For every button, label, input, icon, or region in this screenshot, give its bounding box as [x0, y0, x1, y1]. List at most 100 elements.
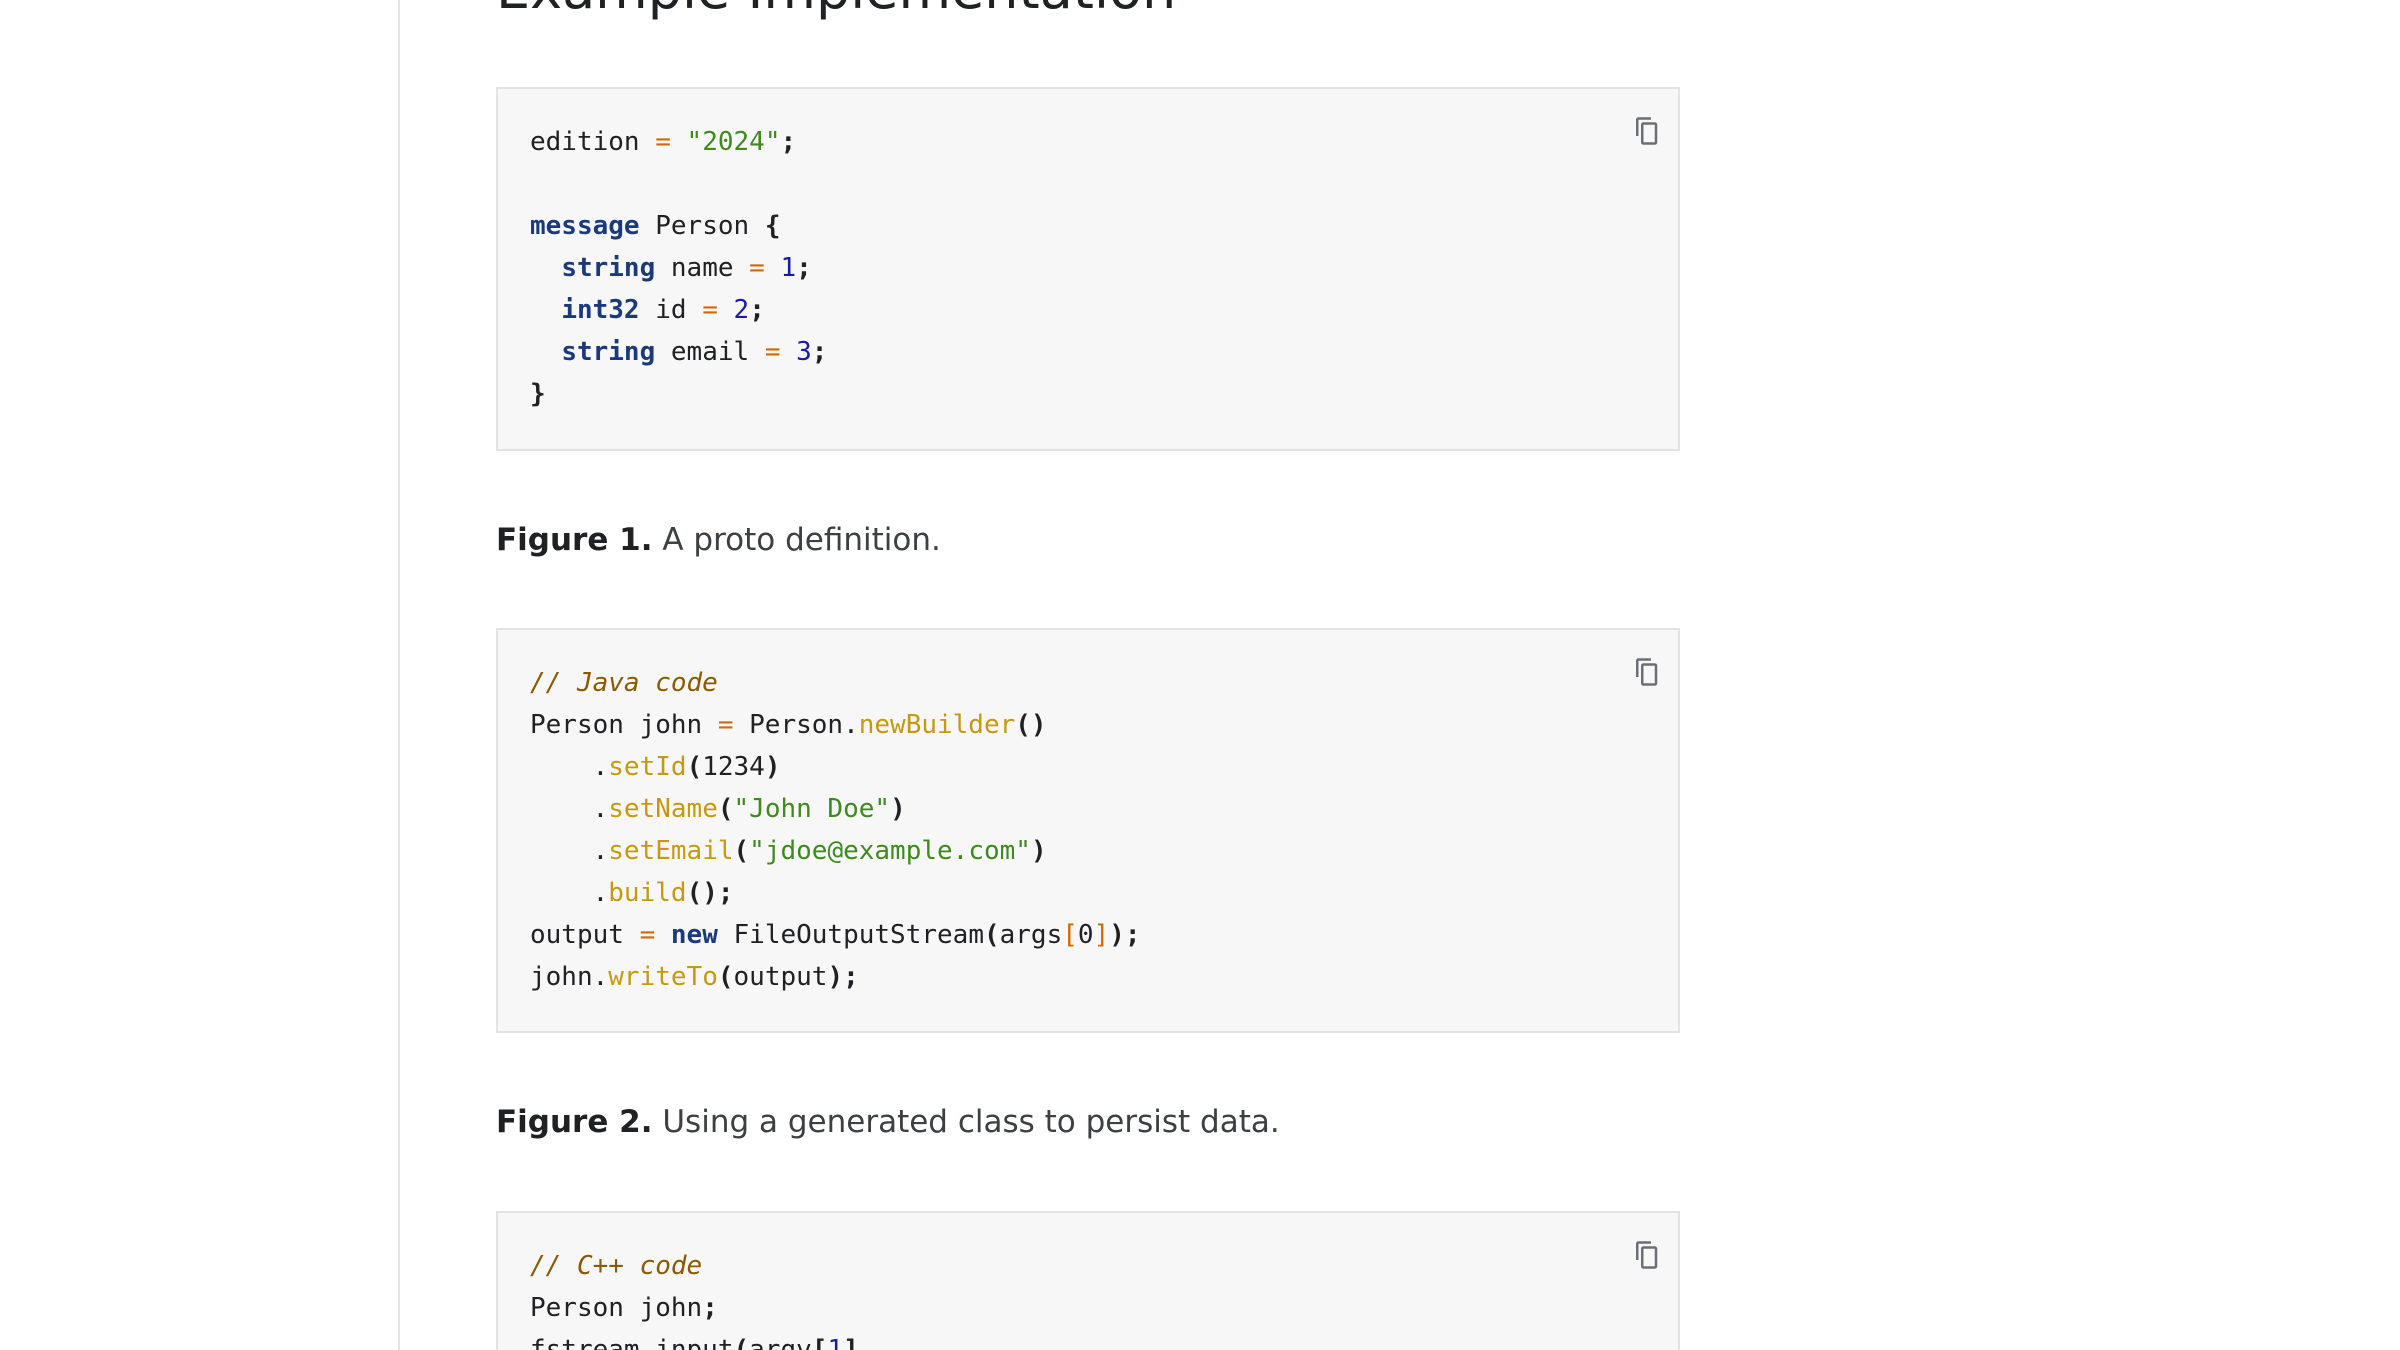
punctuation-token: () — [1015, 710, 1047, 740]
method-token: newBuilder — [858, 710, 1016, 740]
string-token: "jdoe@example.com" — [749, 836, 1031, 866]
number-token: 3 — [796, 337, 812, 367]
method-token: setId — [608, 752, 687, 782]
copy-code-button[interactable] — [1626, 654, 1666, 694]
keyword-token: message — [530, 211, 640, 241]
copy-icon — [1631, 116, 1661, 151]
code-text: fstream input — [530, 1335, 734, 1350]
code-text: . — [530, 794, 609, 824]
punctuation-token: ; — [702, 1293, 718, 1323]
figure-label: Figure 2. — [496, 1104, 653, 1140]
punctuation-token: ], — [843, 1335, 875, 1350]
punctuation-token: ) — [890, 794, 906, 824]
punctuation-token: ; — [749, 295, 765, 325]
operator-token: = — [639, 920, 656, 950]
operator-token: [ — [1062, 920, 1078, 950]
sidebar-divider — [398, 0, 400, 1350]
code-text: 1234 — [702, 752, 765, 782]
comment-token: // Java code — [530, 668, 718, 698]
string-token: "2024" — [686, 127, 781, 157]
operator-token: = — [749, 253, 765, 283]
code-text: argv — [749, 1335, 812, 1350]
punctuation-token: (); — [686, 878, 734, 908]
code-text: Person. — [733, 710, 859, 740]
operator-token: ] — [1093, 920, 1110, 950]
code-text: Person — [639, 211, 765, 241]
code-line: // C++ code — [530, 1251, 702, 1281]
figure-caption-1: Figure 1. A proto definition. — [496, 520, 941, 560]
punctuation-token: ) — [764, 752, 781, 782]
code-text: Person john — [530, 1293, 703, 1323]
punctuation-token: [ — [811, 1335, 828, 1350]
figure-caption-2: Figure 2. Using a generated class to per… — [496, 1102, 1280, 1142]
comment-token: // C++ code — [530, 1251, 703, 1281]
method-token: setEmail — [608, 836, 734, 866]
keyword-token: int32 — [561, 295, 640, 325]
code-line: edition = "2024"; — [530, 127, 796, 157]
punctuation-token: { — [764, 211, 781, 241]
code-text: Person john — [530, 710, 718, 740]
operator-token: = — [655, 127, 671, 157]
code-line: output = new FileOutputStream(args[0]); — [530, 920, 1141, 950]
number-token: 1 — [780, 253, 797, 283]
punctuation-token: ( — [717, 962, 734, 992]
code-text: name — [655, 253, 750, 283]
code-content: // C++ code Person john; fstream input(a… — [498, 1213, 1678, 1350]
code-block-java: // Java code Person john = Person.newBui… — [496, 628, 1680, 1033]
code-text: . — [530, 836, 609, 866]
copy-code-button[interactable] — [1626, 1237, 1666, 1277]
code-block-cpp: // C++ code Person john; fstream input(a… — [496, 1211, 1680, 1350]
copy-icon — [1631, 1240, 1661, 1275]
code-block-proto: edition = "2024"; message Person { strin… — [496, 87, 1680, 451]
index-token: 0 — [1077, 920, 1094, 950]
operator-token: = — [702, 295, 718, 325]
code-line: message Person { — [530, 211, 780, 241]
section-heading: Example Implementation — [496, 0, 1176, 22]
code-line: string name = 1; — [530, 253, 812, 283]
figure-text: Using a generated class to persist data. — [652, 1104, 1280, 1140]
code-content: // Java code Person john = Person.newBui… — [498, 630, 1678, 1028]
code-line: Person john; — [530, 1293, 718, 1323]
punctuation-token: } — [530, 379, 546, 409]
method-token: setName — [608, 794, 718, 824]
operator-token: = — [717, 710, 734, 740]
code-text: output — [530, 920, 640, 950]
punctuation-token: ( — [717, 794, 734, 824]
punctuation-token: ); — [827, 962, 859, 992]
code-line: john.writeTo(output); — [530, 962, 859, 992]
code-line: .build(); — [530, 878, 734, 908]
code-text: id — [639, 295, 703, 325]
code-line: // Java code — [530, 668, 718, 698]
method-token: build — [608, 878, 687, 908]
punctuation-token: ) — [1030, 836, 1047, 866]
number-token: 1 — [827, 1335, 844, 1350]
number-token: 2 — [733, 295, 750, 325]
punctuation-token: ); — [1109, 920, 1141, 950]
code-text: . — [530, 878, 609, 908]
code-line: .setEmail("jdoe@example.com") — [530, 836, 1047, 866]
operator-token: = — [764, 337, 781, 367]
code-text: output — [733, 962, 828, 992]
figure-text: A proto definition. — [652, 522, 941, 558]
copy-icon — [1631, 657, 1661, 692]
copy-code-button[interactable] — [1626, 113, 1666, 153]
punctuation-token: ; — [796, 253, 812, 283]
code-content: edition = "2024"; message Person { strin… — [498, 89, 1678, 445]
code-text: edition — [530, 127, 656, 157]
punctuation-token: ; — [811, 337, 828, 367]
code-line: fstream input(argv[1], — [530, 1335, 874, 1350]
punctuation-token: ( — [983, 920, 1000, 950]
punctuation-token: ; — [780, 127, 797, 157]
code-text: . — [530, 752, 609, 782]
figure-label: Figure 1. — [496, 522, 653, 558]
code-line: string email = 3; — [530, 337, 827, 367]
keyword-token: string — [561, 253, 656, 283]
code-text: args — [999, 920, 1063, 950]
